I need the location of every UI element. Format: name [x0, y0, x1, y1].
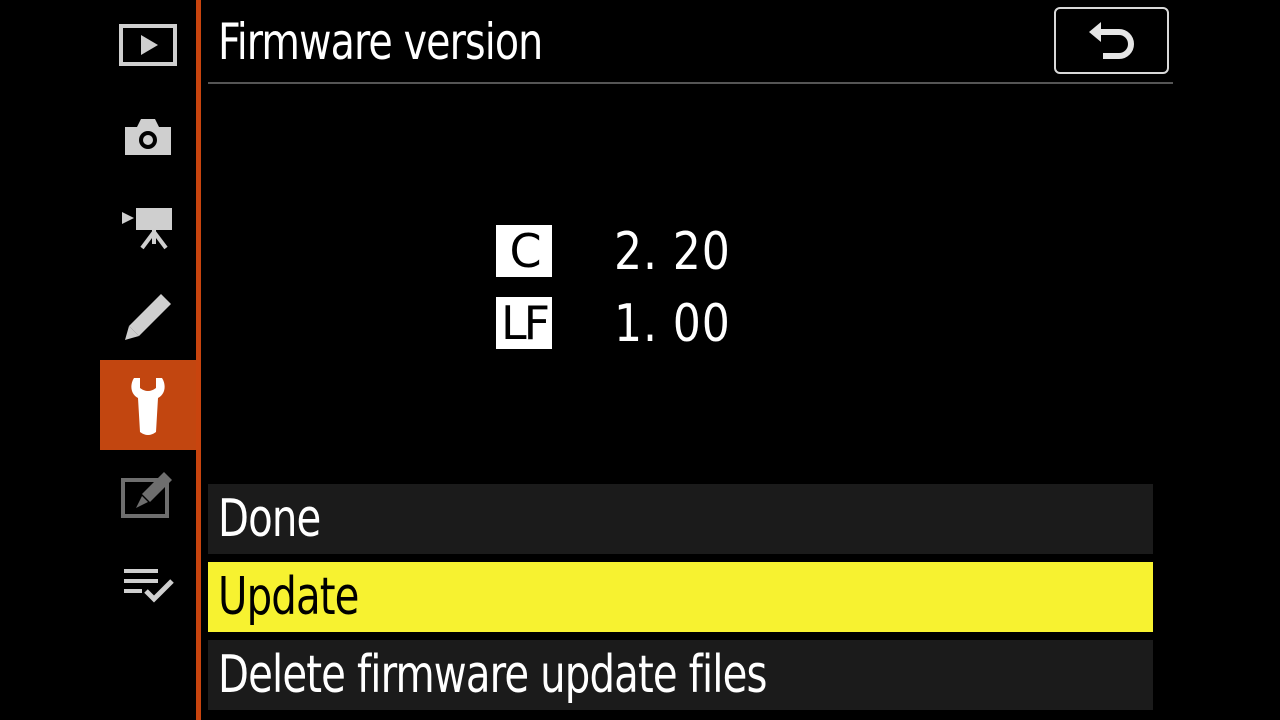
tab-movie-shooting[interactable]: [100, 182, 196, 272]
menu-item-label: Update: [218, 567, 359, 627]
page-header: Firmware version: [208, 0, 1173, 84]
tab-my-menu[interactable]: [100, 540, 196, 630]
tab-photo-shooting[interactable]: [100, 92, 196, 182]
sidebar-tabs: [100, 0, 196, 720]
version-row-c: C 2. 20: [496, 222, 756, 294]
menu-item-label: Done: [218, 489, 321, 549]
movie-icon: [122, 208, 172, 250]
version-value-c: 2. 20: [614, 222, 731, 282]
menu-item-update[interactable]: Update: [208, 562, 1153, 632]
menu-item-label: Delete firmware update files: [218, 645, 767, 705]
wrench-icon: [131, 378, 165, 435]
back-button[interactable]: [1054, 7, 1169, 74]
tab-custom-settings[interactable]: [100, 272, 196, 362]
playback-icon: [119, 24, 177, 66]
sidebar-divider: [196, 0, 201, 720]
tab-retouch[interactable]: [100, 450, 196, 540]
header-divider: [208, 82, 1173, 84]
firmware-versions: C 2. 20 LF 1. 00: [496, 222, 756, 366]
tab-setup[interactable]: [100, 360, 196, 450]
menu-item-delete-firmware-update-files[interactable]: Delete firmware update files: [208, 640, 1153, 710]
pencil-icon: [125, 294, 171, 340]
menu-item-done[interactable]: Done: [208, 484, 1153, 554]
version-value-lf: 1. 00: [614, 294, 731, 354]
return-icon: [1088, 21, 1134, 59]
version-label-c: C: [496, 225, 552, 277]
version-row-lf: LF 1. 00: [496, 294, 756, 366]
retouch-icon: [121, 472, 172, 518]
camera-icon: [125, 119, 171, 155]
my-menu-icon: [124, 569, 174, 603]
version-label-lf: LF: [496, 297, 552, 349]
tab-playback[interactable]: [100, 0, 196, 90]
page-title: Firmware version: [218, 13, 543, 71]
firmware-menu: Done Update Delete firmware update files: [208, 484, 1153, 718]
